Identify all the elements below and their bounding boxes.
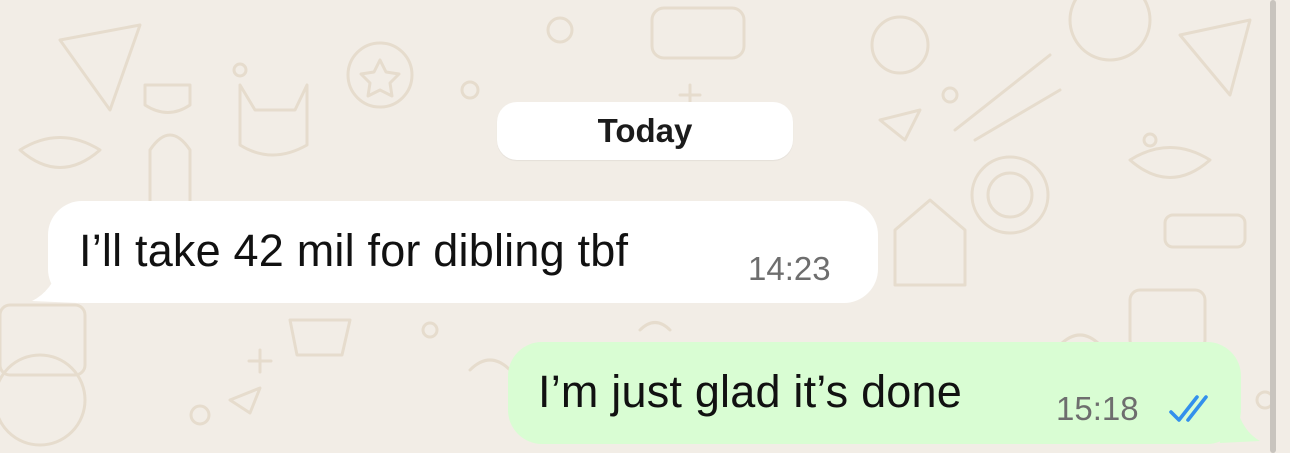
scrollbar[interactable] <box>1270 0 1276 453</box>
message-bubble-outgoing[interactable]: I’m just glad it’s done 15:18 <box>508 342 1241 444</box>
message-text: I’ll take 42 mil for dibling tbf <box>79 225 629 276</box>
message-bubble-incoming[interactable]: I’ll take 42 mil for dibling tbf 14:23 <box>48 201 878 303</box>
message-time: 15:18 <box>1056 390 1139 427</box>
date-separator-label: Today <box>597 112 693 149</box>
date-separator: Today <box>497 102 793 160</box>
message-text: I’m just glad it’s done <box>538 366 962 417</box>
message-time: 14:23 <box>748 250 831 287</box>
double-check-read-icon <box>1169 395 1208 422</box>
